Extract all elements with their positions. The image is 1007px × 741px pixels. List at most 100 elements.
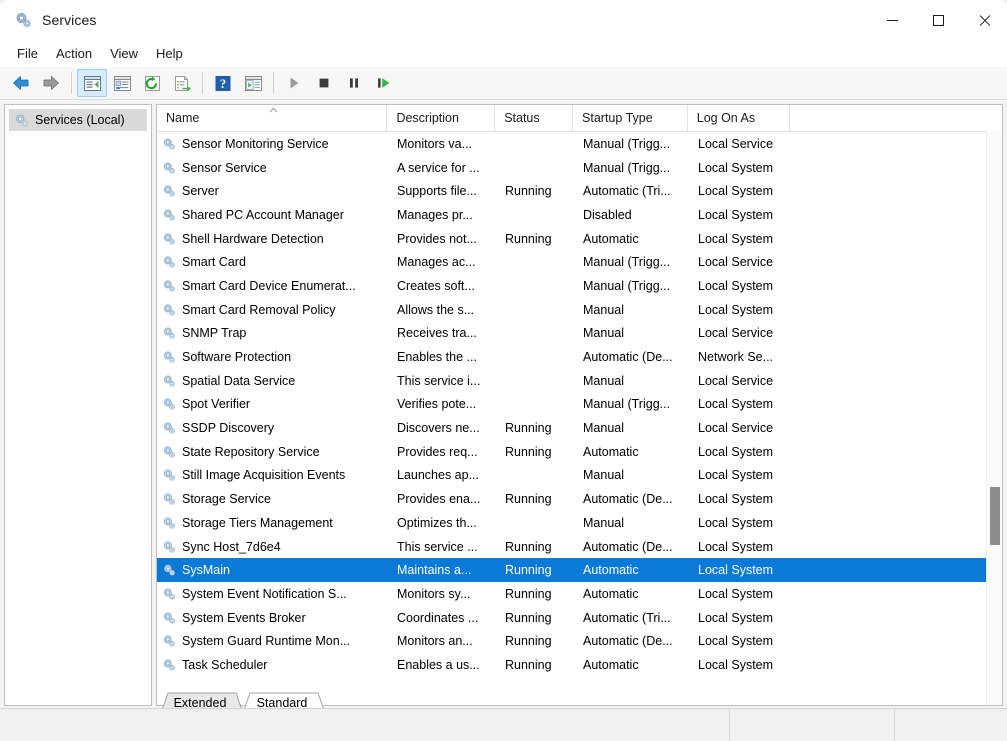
table-row[interactable]: Smart Card Manages ac... Manual (Trigg... L… [157,250,1002,274]
table-row[interactable]: Sync Host_7d6e4 This service ... Running Au… [157,535,1002,559]
tree-item-label: Services (Local) [35,113,125,127]
cell-name: Storage Service [157,487,388,511]
status-segment-main [0,709,730,741]
table-row[interactable]: Smart Card Device Enumerat... Creates sof… [157,274,1002,298]
cell-logon: Local Service [698,136,774,151]
table-row[interactable]: System Events Broker Coordinates ... Runni… [157,606,1002,630]
cell-startup: Manual [583,326,624,341]
start-service-icon [290,77,299,89]
table-row[interactable]: SysMain Maintains a... Running Automatic Loc… [157,558,1002,583]
menu-file[interactable]: File [8,43,47,64]
help-button[interactable]: ? [208,69,238,97]
cell-description: Monitors sy... [397,586,471,601]
table-row[interactable]: Shell Hardware Detection Provides not... R… [157,227,1002,251]
table-row[interactable]: Sensor Monitoring Service Monitors va... M… [157,132,1002,156]
cell-logon: Local System [698,444,774,459]
show-hide-console-tree-button[interactable] [77,69,107,97]
service-gear-icon [163,541,175,553]
table-row[interactable]: System Guard Runtime Mon... Monitors an..… [157,629,1002,653]
table-row[interactable]: Shared PC Account Manager Manages pr... Di… [157,203,1002,227]
cell-description: Launches ap... [397,468,480,483]
service-name-label: Software Protection [182,350,292,365]
table-row[interactable]: SSDP Discovery Discovers ne... Running Manu… [157,416,1002,440]
restart-service-button[interactable] [369,69,399,97]
cell-description: Coordinates ... [397,610,479,625]
cell-startup: Automatic (De... [583,350,673,365]
cell-startup: Disabled [583,207,632,222]
menu-help[interactable]: Help [147,43,192,64]
service-gear-icon [163,635,175,647]
scrollbar-thumb[interactable] [990,487,1000,545]
cell-startup: Manual [583,468,624,483]
list-body: Sensor Monitoring Service Monitors va... M… [157,132,1002,705]
cell-name: Still Image Acquisition Events [157,464,388,488]
cell-name: Spot Verifier [157,393,388,417]
column-header-description[interactable]: Description [387,105,496,131]
back-button[interactable] [6,69,36,97]
cell-startup: Manual [583,373,624,388]
refresh-button[interactable] [137,69,167,97]
table-row[interactable]: Storage Service Provides ena... Running Aut… [157,487,1002,511]
service-gear-icon [163,446,175,458]
maximize-button[interactable] [915,0,961,40]
tree-item-services-local[interactable]: Services (Local) [9,109,147,131]
refresh-icon [144,75,160,91]
show-action-pane-icon [244,75,262,91]
close-button[interactable] [961,0,1007,40]
column-header-status[interactable]: Status [495,105,574,131]
cell-description: Enables the ... [397,350,477,365]
cell-status: Running [505,184,552,199]
cell-logon: Local System [698,515,774,530]
export-list-icon [174,75,191,91]
cell-status [496,250,574,274]
cell-status: Running [505,634,552,649]
export-list-button[interactable] [167,69,197,97]
menu-view[interactable]: View [101,43,147,64]
pause-service-button[interactable] [339,69,369,97]
stop-service-button[interactable] [309,69,339,97]
table-row[interactable]: System Event Notification S... Monitors s… [157,582,1002,606]
cell-description: Optimizes th... [397,515,477,530]
table-row[interactable]: Spot Verifier Verifies pote... Manual (Tri… [157,393,1002,417]
cell-name: Smart Card [157,250,388,274]
cell-description: This service ... [397,539,478,554]
cell-logon: Local System [698,563,774,578]
table-row[interactable]: Task Scheduler Enables a us... Running Auto… [157,653,1002,677]
column-header-log-on-as[interactable]: Log On As [688,105,790,131]
show-action-pane-button[interactable] [238,69,268,97]
table-row[interactable]: Server Supports file... Running Automatic (… [157,179,1002,203]
cell-status [496,203,574,227]
column-header-startup-type[interactable]: Startup Type [573,105,688,131]
table-row[interactable]: State Repository Service Provides req... R… [157,440,1002,464]
table-row[interactable]: Storage Tiers Management Optimizes th... M… [157,511,1002,535]
properties-button[interactable] [107,69,137,97]
service-gear-icon [163,351,175,363]
vertical-scrollbar[interactable] [986,131,1002,705]
cell-description: Provides ena... [397,492,481,507]
table-row[interactable]: Software Protection Enables the ... Automa… [157,345,1002,369]
table-row[interactable]: SNMP Trap Receives tra... Manual Local Serv… [157,322,1002,346]
service-gear-icon [163,327,175,339]
cell-name: SNMP Trap [157,322,388,346]
cell-logon: Local System [698,184,774,199]
cell-name: System Events Broker [157,606,388,630]
table-row[interactable]: Smart Card Removal Policy Allows the s...… [157,298,1002,322]
cell-name: Shell Hardware Detection [157,227,388,251]
service-name-label: System Events Broker [182,610,306,625]
cell-name: Shared PC Account Manager [157,203,388,227]
table-row[interactable]: Still Image Acquisition Events Launches a… [157,464,1002,488]
service-gear-icon [163,470,175,482]
minimize-button[interactable] [869,0,915,40]
column-header-name[interactable]: Name [157,105,388,131]
table-row[interactable]: Spatial Data Service This service i... Man… [157,369,1002,393]
table-row[interactable]: Sensor Service A service for ... Manual (T… [157,156,1002,180]
forward-button[interactable] [36,69,66,97]
properties-icon [113,75,131,91]
menu-action[interactable]: Action [47,43,101,64]
service-gear-icon [163,209,175,221]
cell-startup: Manual (Trigg... [583,255,671,270]
service-name-label: Still Image Acquisition Events [182,468,346,483]
cell-status [496,156,574,180]
start-service-button[interactable] [279,69,309,97]
cell-logon: Local System [698,231,774,246]
